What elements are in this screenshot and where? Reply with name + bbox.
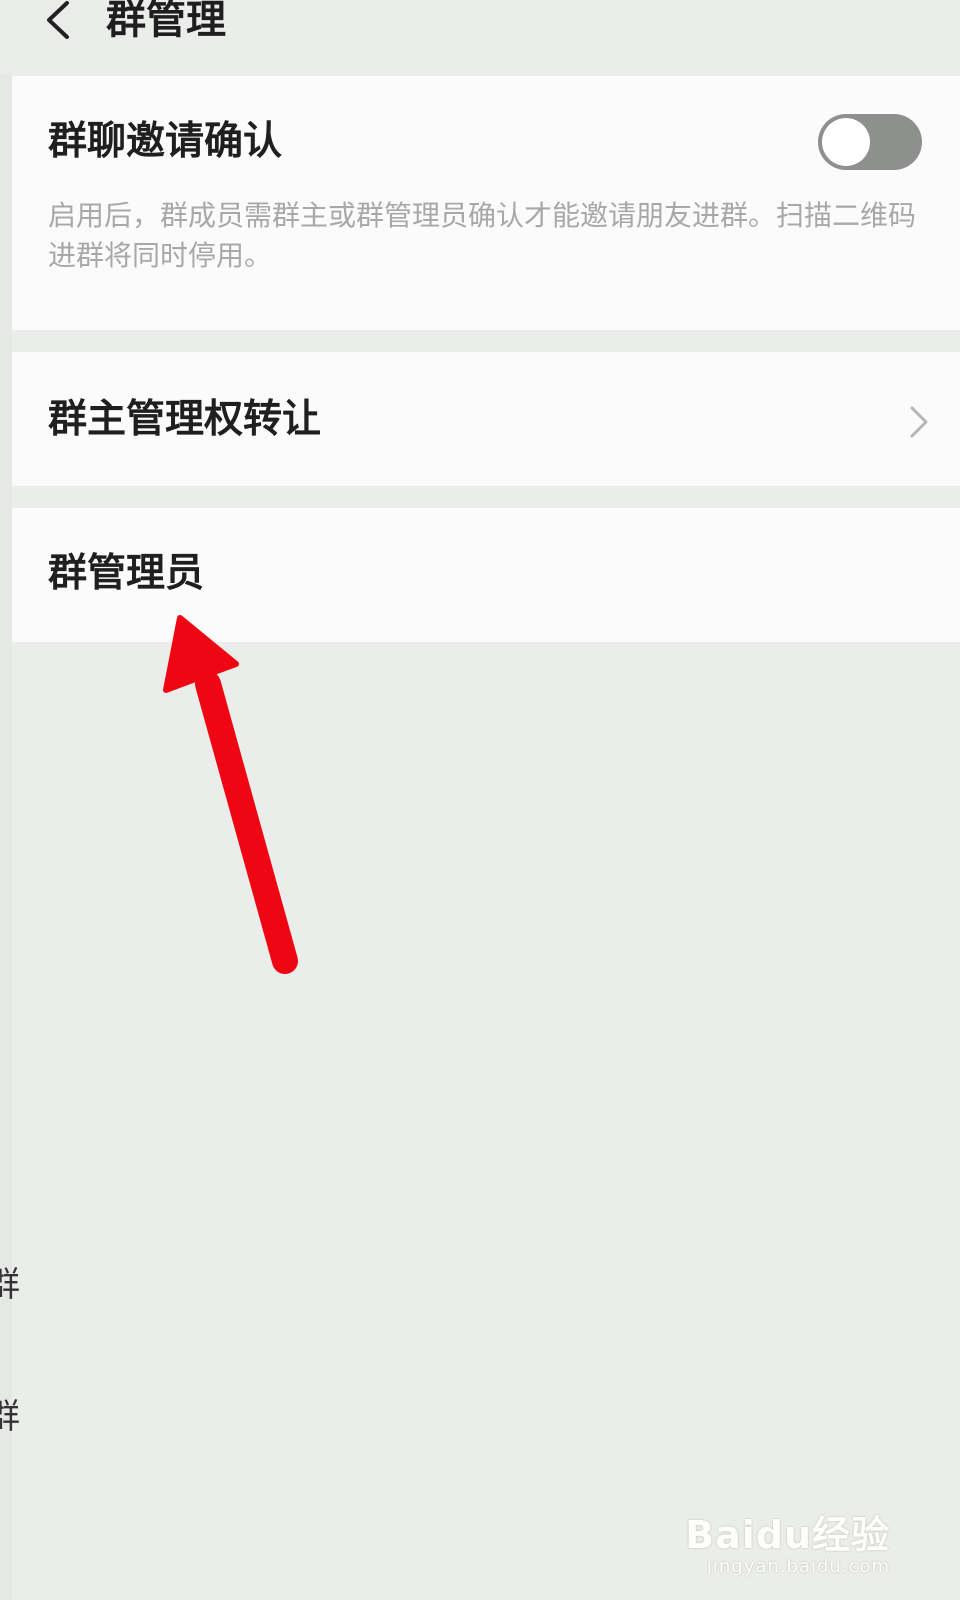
invite-confirm-description: 启用后，群成员需群主或群管理员确认才能邀请朋友进群。扫描二维码进群将同时停用。	[48, 199, 917, 272]
toggle-knob	[822, 118, 870, 166]
edge-fragment: 群	[0, 1397, 20, 1437]
top-bar: 群管理	[0, 0, 960, 74]
group-admins-label: 群管理员	[48, 551, 205, 596]
baidu-watermark: Baidu经验 jingyan.baidu.com	[685, 1514, 890, 1578]
chevron-left-icon	[47, 1, 69, 39]
left-edge-strip: 5 群 群	[0, 0, 20, 1600]
watermark-url: jingyan.baidu.com	[706, 1556, 890, 1577]
chevron-right-icon	[910, 406, 928, 438]
back-button[interactable]	[38, 0, 78, 48]
owner-transfer-label: 群主管理权转让	[48, 397, 322, 442]
edge-fragment: 群	[0, 1265, 20, 1305]
invite-confirm-toggle[interactable]	[818, 114, 922, 170]
invite-confirm-label: 群聊邀请确认	[48, 119, 283, 164]
page-title: 群管理	[106, 0, 226, 43]
watermark-logo: Baidu经验	[685, 1513, 890, 1557]
red-arrow-icon	[163, 615, 298, 974]
